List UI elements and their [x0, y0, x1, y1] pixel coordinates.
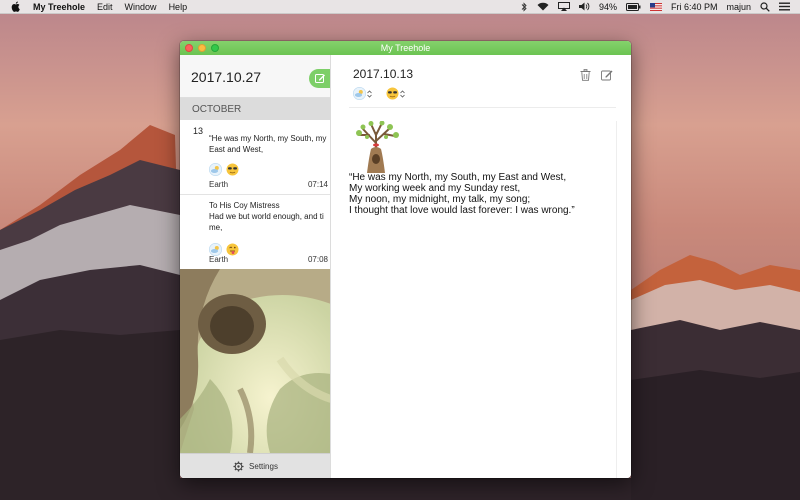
window-title: My Treehole: [380, 43, 431, 53]
traffic-lights: [185, 44, 219, 52]
menu-app-name[interactable]: My Treehole: [33, 2, 85, 12]
airplay-icon[interactable]: [557, 2, 570, 11]
new-entry-button[interactable]: [309, 69, 330, 88]
mood-selector[interactable]: [386, 87, 405, 100]
trash-icon: [580, 69, 591, 81]
settings-label: Settings: [249, 461, 278, 471]
sunglasses-emoji: [226, 163, 239, 176]
bluetooth-icon[interactable]: [521, 1, 528, 12]
sidebar-header: 2017.10.27: [180, 55, 330, 98]
minimize-window-button[interactable]: [198, 44, 206, 52]
apple-icon[interactable]: [11, 1, 23, 12]
treehole-illustration: [180, 269, 330, 453]
zoom-window-button[interactable]: [211, 44, 219, 52]
entry-time: 07:14: [307, 180, 328, 189]
gear-icon: [233, 460, 244, 472]
title-bar[interactable]: My Treehole: [180, 41, 631, 55]
entry-location: Earth: [209, 255, 229, 264]
entry-day: 13: [193, 126, 204, 136]
close-window-button[interactable]: [185, 44, 193, 52]
volume-icon[interactable]: [578, 2, 590, 11]
settings-button[interactable]: Settings: [180, 453, 330, 478]
search-icon[interactable]: [760, 1, 770, 12]
entry-time: 07:08: [307, 255, 328, 264]
entry-location: Earth: [209, 180, 229, 189]
battery-icon[interactable]: [625, 2, 641, 11]
wifi-icon[interactable]: [537, 2, 549, 11]
status-area: 94% Fri 6:40 PM majun: [521, 2, 800, 12]
sidebar-current-date: 2017.10.27: [191, 69, 262, 85]
menu-clock[interactable]: Fri 6:40 PM: [671, 2, 718, 12]
menu-bar: My Treehole Edit Window Help 94% Fri 6:4…: [0, 0, 800, 14]
cloud-sun-icon: [209, 163, 222, 176]
flag-icon[interactable]: [649, 2, 662, 11]
list-item[interactable]: To His Coy Mistress Had we but world eno…: [180, 195, 330, 270]
menu-edit[interactable]: Edit: [97, 2, 113, 12]
list-item[interactable]: 13 “He was my North, my South, my East a…: [180, 120, 330, 195]
entry-preview: To His Coy Mistress Had we but world eno…: [209, 201, 324, 232]
list-icon[interactable]: [779, 2, 790, 11]
detail-meta: [353, 87, 405, 100]
content-scroll-edge: [616, 121, 617, 478]
menu-user[interactable]: majun: [726, 2, 751, 12]
menu-help[interactable]: Help: [169, 2, 188, 12]
delete-entry-button[interactable]: [580, 69, 591, 81]
menu-window[interactable]: Window: [125, 2, 157, 12]
entry-preview: “He was my North, my South, my East and …: [209, 134, 327, 154]
app-window: My Treehole 2017.10.27 OCTOBER 13 “He wa…: [180, 41, 631, 478]
tree-image: [349, 120, 403, 173]
detail-date: 2017.10.13: [353, 67, 414, 81]
sunglasses-emoji: [386, 87, 399, 100]
entry-list: 13 “He was my North, my South, my East a…: [180, 120, 330, 270]
chevron-updown-icon: [400, 89, 405, 98]
edit-icon: [601, 70, 613, 81]
battery-percent: 94%: [598, 1, 617, 12]
month-section-header: OCTOBER: [180, 98, 330, 120]
detail-divider: [349, 107, 616, 108]
edit-entry-button[interactable]: [601, 69, 613, 81]
weather-selector[interactable]: [353, 87, 372, 100]
entry-body-text[interactable]: “He was my North, my South, my East and …: [349, 172, 614, 216]
entry-detail: 2017.10.13 “He was my North, my South, m…: [331, 55, 631, 478]
sidebar: 2017.10.27 OCTOBER 13 “He was my North, …: [180, 55, 331, 478]
chevron-updown-icon: [367, 89, 372, 98]
entry-meta-icons: [209, 163, 239, 176]
compose-icon: [315, 74, 325, 83]
cloud-sun-icon: [353, 87, 366, 100]
